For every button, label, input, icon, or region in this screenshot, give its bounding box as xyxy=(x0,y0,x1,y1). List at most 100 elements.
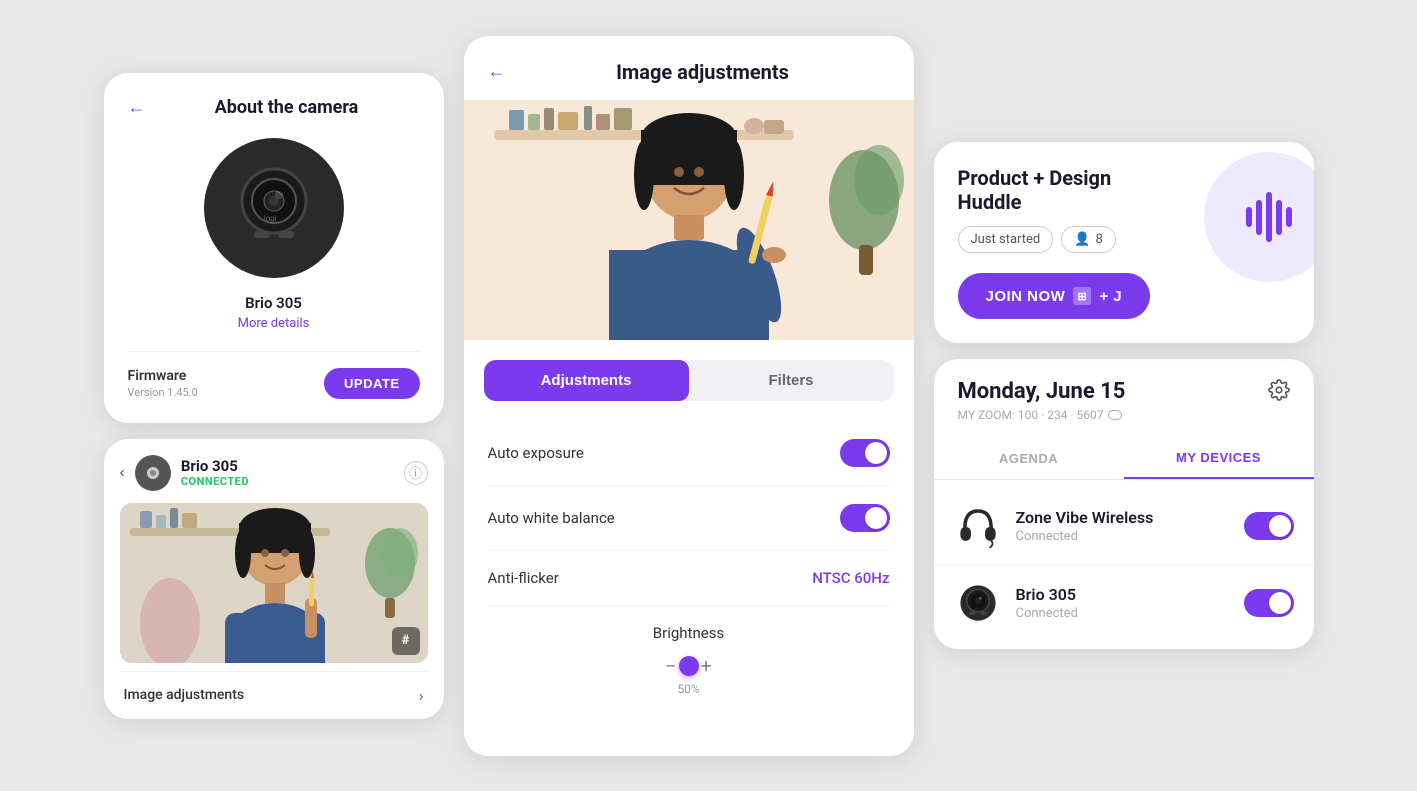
tab-filters[interactable]: Filters xyxy=(689,360,894,401)
huddle-card: × Product + Design Huddle Just started 👤… xyxy=(934,142,1314,343)
video-preview xyxy=(464,100,914,340)
left-column: ← About the camera xyxy=(104,73,444,719)
brightness-decrease-button[interactable]: − xyxy=(665,654,676,678)
sound-wave-icon xyxy=(1246,192,1292,242)
devices-list: Zone Vibe Wireless Connected xyxy=(934,480,1314,649)
camera-preview-card: ‹ Brio 305 CONNECTED ⓘ xyxy=(104,439,444,719)
image-adjustments-chevron[interactable]: › xyxy=(419,686,424,705)
adj-tabs: Adjustments Filters xyxy=(484,360,894,401)
camera-preview-video: # xyxy=(120,503,428,663)
brightness-row: Brightness − + 50% xyxy=(488,606,890,714)
camera-preview-info: Brio 305 CONNECTED xyxy=(181,457,394,488)
calendar-date: Monday, June 15 xyxy=(958,379,1126,404)
huddle-status-badge: Just started xyxy=(958,226,1054,253)
image-adj-title: Image adjustments xyxy=(516,60,890,84)
preview-camera-name: Brio 305 xyxy=(181,457,394,475)
svg-text:logi: logi xyxy=(264,214,277,223)
auto-exposure-label: Auto exposure xyxy=(488,444,584,462)
brio305-info: Brio 305 Connected xyxy=(1016,585,1230,621)
firmware-info: Firmware Version 1.45.0 xyxy=(128,368,198,399)
image-adjustments-label: Image adjustments xyxy=(124,687,245,703)
brightness-thumb[interactable] xyxy=(679,656,699,676)
about-camera-title: About the camera xyxy=(154,97,420,118)
main-video-illustration xyxy=(464,100,914,340)
auto-white-balance-row: Auto white balance xyxy=(488,486,890,551)
gear-icon xyxy=(1268,379,1290,401)
adj-settings: Auto exposure Auto white balance Anti-fl… xyxy=(464,401,914,734)
camera-image: logi xyxy=(204,138,344,278)
calendar-card: Monday, June 15 MY ZOOM: 100 · 234 · 560… xyxy=(934,359,1314,649)
sound-bar-3 xyxy=(1266,192,1272,242)
firmware-label: Firmware xyxy=(128,368,198,384)
more-details-link[interactable]: More details xyxy=(128,316,420,331)
calendar-header: Monday, June 15 MY ZOOM: 100 · 234 · 560… xyxy=(934,359,1314,438)
camera-illustration: logi xyxy=(209,143,339,273)
device-item-brio305: Brio 305 Connected xyxy=(934,565,1314,641)
headphones-illustration xyxy=(956,504,1000,548)
zoom-info: MY ZOOM: 100 · 234 · 5607 xyxy=(958,408,1126,422)
zone-vibe-status: Connected xyxy=(1016,529,1230,544)
camera-name: Brio 305 xyxy=(128,294,420,312)
zoom-label: MY ZOOM: 100 · 234 · 5607 xyxy=(958,408,1104,422)
huddle-title: Product + Design Huddle xyxy=(958,166,1178,214)
brightness-label: Brightness xyxy=(653,624,724,642)
sound-bar-5 xyxy=(1286,207,1292,227)
brio305-toggle[interactable] xyxy=(1244,589,1294,617)
camera-device-illustration xyxy=(958,583,998,623)
auto-exposure-row: Auto exposure xyxy=(488,421,890,486)
join-shortcut-text: + J xyxy=(1099,288,1122,305)
brio305-name: Brio 305 xyxy=(1016,585,1230,604)
middle-column: ← Image adjustments xyxy=(464,36,914,756)
anti-flicker-value[interactable]: NTSC 60Hz xyxy=(812,569,889,587)
hashtag-badge[interactable]: # xyxy=(392,627,420,655)
anti-flicker-label: Anti-flicker xyxy=(488,569,559,587)
huddle-people-badge: 👤 8 xyxy=(1061,226,1116,253)
auto-white-balance-toggle[interactable] xyxy=(840,504,890,532)
camera-image-container: logi xyxy=(128,138,420,278)
zone-vibe-info: Zone Vibe Wireless Connected xyxy=(1016,508,1230,544)
zone-vibe-icon xyxy=(954,502,1002,550)
zone-vibe-toggle[interactable] xyxy=(1244,512,1294,540)
tab-agenda[interactable]: AGENDA xyxy=(934,438,1124,479)
camera-preview-header: ‹ Brio 305 CONNECTED ⓘ xyxy=(120,455,428,491)
prev-camera-button[interactable]: ‹ xyxy=(120,464,125,482)
sound-bar-4 xyxy=(1276,200,1282,235)
join-btn-label: JOIN NOW xyxy=(986,288,1066,305)
camera-thumb-icon xyxy=(135,455,171,491)
tab-adjustments[interactable]: Adjustments xyxy=(484,360,689,401)
brio305-icon xyxy=(954,579,1002,627)
anti-flicker-row: Anti-flicker NTSC 60Hz xyxy=(488,551,890,606)
settings-button[interactable] xyxy=(1268,379,1290,407)
connected-status: CONNECTED xyxy=(181,475,394,488)
tab-my-devices[interactable]: MY DEVICES xyxy=(1124,438,1314,479)
firmware-row: Firmware Version 1.45.0 UPDATE xyxy=(128,351,420,399)
camera-icon xyxy=(144,464,162,482)
update-button[interactable]: UPDATE xyxy=(324,368,419,399)
image-adj-header: ← Image adjustments xyxy=(464,36,914,100)
brightness-slider-container: − + xyxy=(665,654,712,678)
zone-vibe-name: Zone Vibe Wireless xyxy=(1016,508,1230,527)
link-icon xyxy=(1108,410,1122,420)
firmware-version: Version 1.45.0 xyxy=(128,386,198,399)
people-icon: 👤 xyxy=(1074,232,1090,247)
auto-exposure-toggle[interactable] xyxy=(840,439,890,467)
image-adj-back-button[interactable]: ← xyxy=(488,61,506,82)
people-count: 8 xyxy=(1095,232,1102,247)
calendar-date-info: Monday, June 15 MY ZOOM: 100 · 234 · 560… xyxy=(958,379,1126,422)
huddle-bg-decoration xyxy=(1204,152,1314,282)
image-adjustments-row[interactable]: Image adjustments › xyxy=(120,671,428,719)
join-now-button[interactable]: JOIN NOW ⊞ + J xyxy=(958,273,1151,319)
brio305-status: Connected xyxy=(1016,606,1230,621)
right-column: × Product + Design Huddle Just started 👤… xyxy=(934,142,1314,649)
sound-bar-2 xyxy=(1256,200,1262,235)
info-button[interactable]: ⓘ xyxy=(404,461,428,485)
brightness-increase-button[interactable]: + xyxy=(701,654,712,678)
back-button[interactable]: ← xyxy=(128,97,146,118)
about-camera-header: ← About the camera xyxy=(128,97,420,118)
huddle-status-text: Just started xyxy=(971,232,1041,247)
sound-bar-1 xyxy=(1246,207,1252,227)
image-adjustments-card: ← Image adjustments xyxy=(464,36,914,756)
device-item-zone-vibe: Zone Vibe Wireless Connected xyxy=(934,488,1314,565)
auto-white-balance-label: Auto white balance xyxy=(488,509,615,527)
video-preview-illustration xyxy=(120,503,428,663)
